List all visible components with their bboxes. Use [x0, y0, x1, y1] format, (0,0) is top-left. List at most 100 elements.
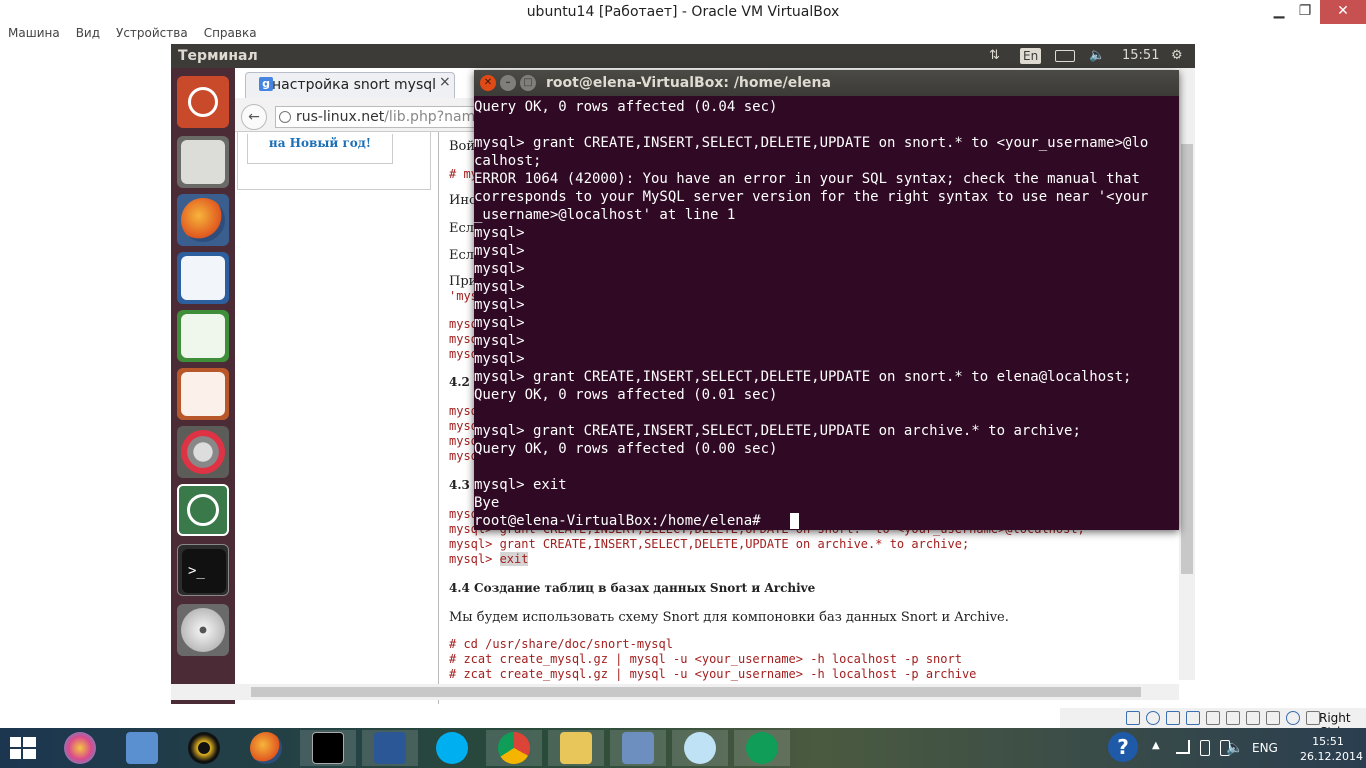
taskbar-virtualbox[interactable]	[610, 730, 666, 766]
hdd-status-icon[interactable]	[1126, 711, 1140, 725]
folder-icon	[560, 732, 592, 764]
terminal-line: Bye	[474, 495, 500, 511]
new-year-link[interactable]: на Новый год!	[247, 134, 393, 164]
terminal-cursor	[790, 513, 799, 529]
battery-icon[interactable]	[1055, 50, 1075, 62]
files-launcher[interactable]	[177, 136, 229, 188]
update-icon	[187, 494, 219, 526]
recording-icon[interactable]	[1246, 711, 1260, 725]
window-title: ubuntu14 [Работает] - Oracle VM VirtualB…	[526, 4, 840, 20]
code-exit-highlight: exit	[499, 552, 529, 566]
virtualbox-icon	[622, 732, 654, 764]
terminal-titlebar[interactable]: ✕ – □ root@elena-VirtualBox: /home/elena	[474, 70, 1179, 96]
page-text: Ино	[449, 193, 477, 208]
software-updater-launcher[interactable]	[177, 484, 229, 536]
windows-logo-icon	[10, 737, 36, 759]
keyboard-layout-indicator[interactable]: En	[1020, 48, 1042, 64]
terminal-line: mysql>	[474, 261, 525, 277]
menu-view[interactable]: Вид	[68, 24, 108, 42]
shared-folder-icon[interactable]	[1186, 711, 1200, 725]
language-indicator[interactable]: ENG	[1252, 741, 1278, 755]
dvd-launcher[interactable]	[177, 604, 229, 656]
usb-icon[interactable]	[1166, 711, 1180, 725]
firefox-icon	[250, 732, 282, 764]
page-text: Вой	[449, 139, 476, 154]
taskbar-calculator[interactable]	[114, 730, 170, 766]
help-icon[interactable]: ?	[1108, 732, 1138, 762]
firefox-icon	[181, 198, 225, 242]
signal-icon[interactable]	[1176, 740, 1190, 754]
taskbar-hangouts[interactable]	[734, 730, 790, 766]
horizontal-scroll-thumb[interactable]	[251, 687, 1141, 697]
presentation-icon	[181, 372, 225, 416]
taskbar-firefox[interactable]	[238, 730, 294, 766]
close-button[interactable]: ✕	[1320, 0, 1366, 24]
power-gear-icon[interactable]: ⚙	[1171, 44, 1183, 68]
volume-icon[interactable]: 🔈	[1226, 740, 1243, 756]
optical-drive-icon[interactable]	[1146, 711, 1160, 725]
menu-help[interactable]: Справка	[196, 24, 265, 42]
taskbar-explorer[interactable]	[548, 730, 604, 766]
mouse-integration-icon[interactable]	[1286, 711, 1300, 725]
battery-icon[interactable]	[1200, 740, 1210, 756]
ubuntu-logo-icon	[188, 87, 218, 117]
network-icon[interactable]: ⇅	[989, 44, 1000, 68]
virtualbox-titlebar: ubuntu14 [Работает] - Oracle VM VirtualB…	[0, 0, 1366, 24]
taskbar-chrome[interactable]	[486, 730, 542, 766]
terminal-prompt-line: root@elena-VirtualBox:/home/elena#	[474, 513, 770, 529]
browser-tab[interactable]: настройка snort mysql	[245, 72, 455, 98]
terminal-line: mysql>	[474, 315, 525, 331]
vertical-scroll-thumb[interactable]	[1181, 144, 1193, 574]
disc-icon	[181, 608, 225, 652]
terminal-line: mysql>	[474, 225, 525, 241]
terminal-output[interactable]: Query OK, 0 rows affected (0.04 sec) mys…	[474, 98, 1179, 530]
calculator-icon	[126, 732, 158, 764]
terminal-minimize-icon[interactable]: –	[500, 75, 516, 91]
eye-icon	[684, 732, 716, 764]
display-icon[interactable]	[1206, 711, 1220, 725]
word-icon	[374, 732, 406, 764]
windows-start-button[interactable]	[8, 734, 38, 762]
keyboard-icon[interactable]	[1306, 711, 1320, 725]
volume-icon[interactable]: 🔈	[1089, 44, 1105, 68]
menu-devices[interactable]: Устройства	[108, 24, 196, 42]
settings-launcher[interactable]	[177, 426, 229, 478]
code-line: # zcat create_mysql.gz | mysql -u <your_…	[449, 667, 977, 681]
terminal-close-icon[interactable]: ✕	[480, 75, 496, 91]
clock[interactable]: 15:51	[1122, 44, 1159, 68]
terminal-maximize-icon[interactable]: □	[520, 75, 536, 91]
taskbar-daemon-tools[interactable]	[176, 730, 232, 766]
taskbar-skype[interactable]	[424, 730, 480, 766]
calc-launcher[interactable]	[177, 310, 229, 362]
maximize-button[interactable]: ❐	[1290, 0, 1320, 24]
document-icon	[181, 256, 225, 300]
dash-home-button[interactable]	[177, 76, 229, 128]
taskbar-cmd[interactable]	[300, 730, 356, 766]
hangouts-icon	[746, 732, 778, 764]
tab-favicon-icon: g	[259, 77, 273, 91]
writer-launcher[interactable]	[177, 252, 229, 304]
tab-close-icon[interactable]: ×	[439, 74, 451, 90]
cpu-icon[interactable]	[1266, 711, 1280, 725]
network-status-icon[interactable]	[1226, 711, 1240, 725]
terminal-line: calhost;	[474, 153, 542, 169]
terminal-window[interactable]: ✕ – □ root@elena-VirtualBox: /home/elena…	[474, 70, 1179, 530]
terminal-icon: >_	[182, 549, 226, 593]
terminal-line: mysql> exit	[474, 477, 567, 493]
terminal-line: Query OK, 0 rows affected (0.04 sec)	[474, 99, 778, 115]
taskbar-clock[interactable]: 15:51 26.12.2014	[1300, 734, 1363, 764]
taskbar-viewer[interactable]	[672, 730, 728, 766]
menu-machine[interactable]: Машина	[0, 24, 68, 42]
firefox-launcher[interactable]	[177, 194, 229, 246]
impress-launcher[interactable]	[177, 368, 229, 420]
chrome-icon	[498, 732, 530, 764]
terminal-launcher[interactable]: >_	[177, 544, 229, 596]
taskbar-paint[interactable]	[52, 730, 108, 766]
show-hidden-icons-arrow[interactable]: ▲	[1152, 740, 1160, 751]
unity-launcher: >_	[171, 68, 235, 704]
terminal-line: mysql>	[474, 243, 525, 259]
guest-screen: Терминал ⇅ En 🔈 15:51 ⚙ >_ настройка sno…	[171, 44, 1195, 704]
command-prompt-icon	[312, 732, 344, 764]
back-arrow-icon[interactable]: ←	[241, 104, 267, 130]
taskbar-word[interactable]	[362, 730, 418, 766]
